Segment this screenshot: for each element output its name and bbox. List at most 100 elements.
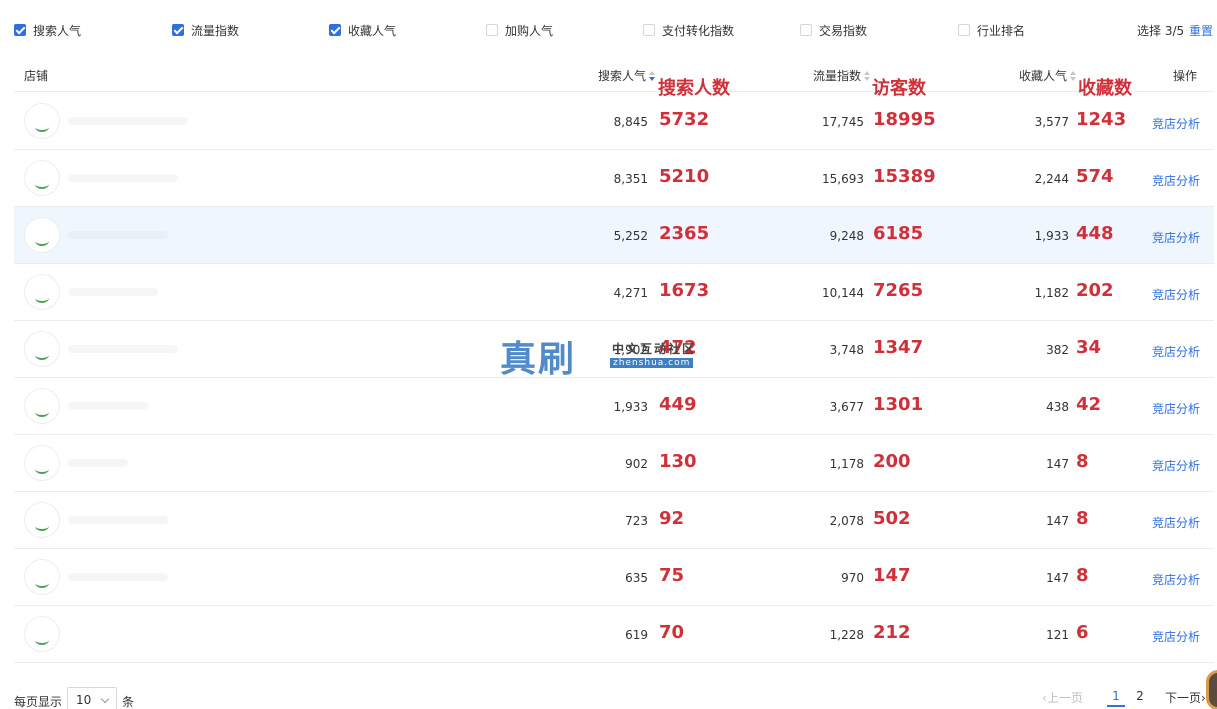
checkbox-unchecked-icon[interactable]	[800, 24, 812, 36]
shop-logo-mark	[35, 293, 49, 303]
filter-search-popularity[interactable]: 搜索人气	[14, 22, 81, 38]
favorite-popularity-value: 438	[1046, 400, 1069, 414]
search-count-estimate: 75	[659, 565, 685, 586]
competitor-analysis-link[interactable]: 竞店分析	[1152, 115, 1200, 132]
visitor-count-estimate: 1347	[873, 337, 924, 358]
sort-icon[interactable]	[1070, 71, 1077, 82]
shop-name-redacted	[68, 345, 178, 353]
table-row: 4,271 1673 10,144 7265 1,182 202 竞店分析	[14, 264, 1214, 321]
favorite-count-estimate: 574	[1076, 166, 1114, 187]
filter-traffic-index[interactable]: 流量指数	[172, 22, 239, 38]
filter-payment-conversion-index[interactable]: 支付转化指数	[643, 22, 734, 38]
next-page-button[interactable]: 下一页›	[1165, 689, 1206, 706]
shop-avatar	[24, 388, 60, 424]
checkbox-unchecked-icon[interactable]	[958, 24, 970, 36]
table-row: 723 92 2,078 502 147 8 竞店分析	[14, 492, 1214, 549]
favorite-popularity-value: 147	[1046, 571, 1069, 585]
shop-avatar	[24, 559, 60, 595]
shop-name-redacted	[68, 117, 188, 125]
reset-link[interactable]: 重置	[1189, 22, 1213, 39]
competitor-analysis-link[interactable]: 竞店分析	[1152, 514, 1200, 531]
search-popularity-value: 5,252	[613, 229, 648, 243]
competitor-analysis-link[interactable]: 竞店分析	[1152, 172, 1200, 189]
traffic-index-value: 2,078	[829, 514, 864, 528]
column-header-search-popularity[interactable]: 搜索人气	[598, 67, 656, 84]
selection-count: 选择 3/5	[1137, 24, 1185, 38]
visitor-count-estimate: 147	[873, 565, 911, 586]
visitor-count-estimate: 212	[873, 622, 911, 643]
shop-logo-mark	[35, 236, 49, 246]
page-1-button[interactable]: 1	[1107, 689, 1125, 707]
column-header-favorite-popularity[interactable]: 收藏人气	[1019, 67, 1077, 84]
filter-label: 搜索人气	[33, 23, 82, 38]
checkbox-unchecked-icon[interactable]	[486, 24, 498, 36]
checkbox-checked-icon[interactable]	[14, 24, 26, 36]
column-header-traffic-index[interactable]: 流量指数	[813, 67, 871, 84]
shop-avatar	[24, 445, 60, 481]
sort-icon[interactable]	[649, 71, 656, 82]
table-row: 619 70 1,228 212 121 6 竞店分析	[14, 606, 1214, 663]
per-page-select[interactable]: 10	[67, 687, 117, 709]
checkbox-checked-icon[interactable]	[329, 24, 341, 36]
visitor-count-estimate: 7265	[873, 280, 924, 301]
shop-avatar	[24, 502, 60, 538]
favorite-count-estimate: 8	[1076, 565, 1089, 586]
page-2-button[interactable]: 2	[1131, 689, 1149, 703]
shop-avatar	[24, 331, 60, 367]
per-page-value: 10	[76, 693, 92, 707]
visitor-count-estimate: 18995	[873, 109, 936, 130]
filter-industry-rank[interactable]: 行业排名	[958, 22, 1025, 38]
filter-add-to-cart-popularity[interactable]: 加购人气	[486, 22, 553, 38]
favorite-popularity-value: 3,577	[1034, 115, 1069, 129]
traffic-index-value: 10,144	[822, 286, 864, 300]
favorite-popularity-value: 1,933	[1034, 229, 1069, 243]
watermark-logo: 真刷 中文互动社区 zhenshua.com	[500, 330, 730, 380]
favorite-popularity-value: 2,244	[1034, 172, 1069, 186]
floating-widget[interactable]	[1206, 670, 1217, 709]
competitor-analysis-link[interactable]: 竞店分析	[1152, 343, 1200, 360]
competitor-analysis-link[interactable]: 竞店分析	[1152, 286, 1200, 303]
shop-avatar	[24, 616, 60, 652]
shop-name-redacted	[68, 174, 178, 182]
watermark-main-text: 真刷	[500, 338, 577, 380]
checkbox-checked-icon[interactable]	[172, 24, 184, 36]
competitor-analysis-link[interactable]: 竞店分析	[1152, 400, 1200, 417]
table-header: 店铺 搜索人气 流量指数 收藏人气 操作	[14, 58, 1214, 92]
search-popularity-value: 619	[625, 628, 648, 642]
filter-transaction-index[interactable]: 交易指数	[800, 22, 867, 38]
competitor-analysis-link[interactable]: 竞店分析	[1152, 571, 1200, 588]
shop-avatar	[24, 217, 60, 253]
checkbox-unchecked-icon[interactable]	[643, 24, 655, 36]
favorite-popularity-value: 382	[1046, 343, 1069, 357]
search-count-estimate: 2365	[659, 223, 710, 244]
table-row: 1,933 449 3,677 1301 438 42 竞店分析	[14, 378, 1214, 435]
next-page-label: 下一页	[1165, 691, 1202, 705]
traffic-index-value: 17,745	[822, 115, 864, 129]
favorite-count-estimate: 1243	[1076, 109, 1127, 130]
traffic-index-value: 15,693	[822, 172, 864, 186]
shop-name-redacted	[68, 402, 148, 410]
table-row: 8,351 5210 15,693 15389 2,244 574 竞店分析	[14, 150, 1214, 207]
competitor-analysis-link[interactable]: 竞店分析	[1152, 457, 1200, 474]
per-page-unit: 条	[122, 695, 135, 709]
shop-avatar	[24, 160, 60, 196]
traffic-index-value: 9,248	[829, 229, 864, 243]
favorite-count-estimate: 8	[1076, 508, 1089, 529]
shop-logo-mark	[35, 635, 49, 645]
filter-label: 行业排名	[977, 23, 1026, 38]
competitor-analysis-link[interactable]: 竞店分析	[1152, 229, 1200, 246]
shop-logo-mark	[35, 521, 49, 531]
prev-page-button: ‹上一页	[1042, 691, 1083, 705]
favorite-count-estimate: 34	[1076, 337, 1102, 358]
shop-logo-mark	[35, 407, 49, 417]
search-count-estimate: 5210	[659, 166, 710, 187]
competitor-analysis-link[interactable]: 竞店分析	[1152, 628, 1200, 645]
traffic-index-value: 970	[841, 571, 864, 585]
sort-icon[interactable]	[864, 71, 871, 82]
search-count-estimate: 130	[659, 451, 697, 472]
shop-logo-mark	[35, 122, 49, 132]
visitor-count-estimate: 1301	[873, 394, 924, 415]
filter-favorite-popularity[interactable]: 收藏人气	[329, 22, 396, 38]
favorite-count-estimate: 6	[1076, 622, 1089, 643]
search-popularity-value: 902	[625, 457, 648, 471]
